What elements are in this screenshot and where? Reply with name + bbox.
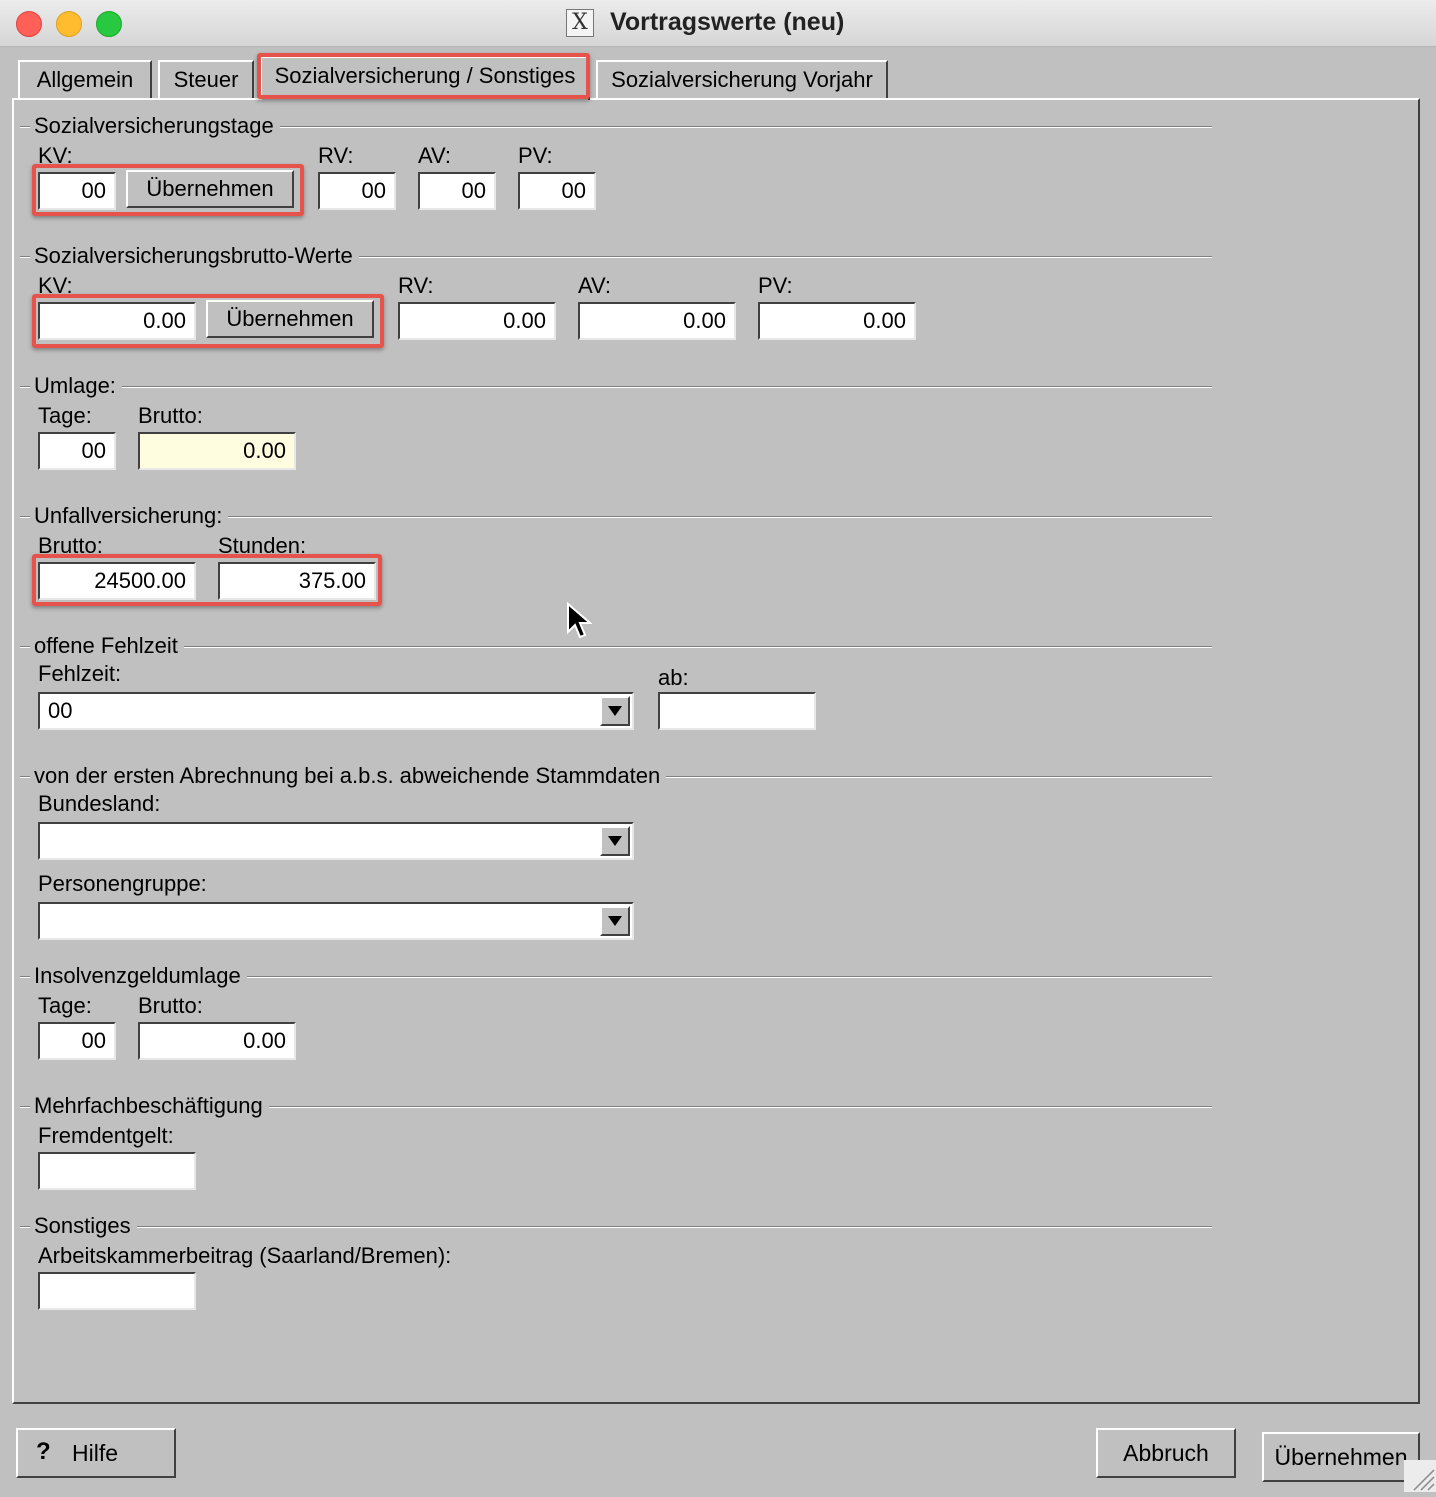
minimize-window-button[interactable] — [56, 11, 82, 37]
tab-allgemein[interactable]: Allgemein — [18, 60, 152, 98]
label-insolvenz-brutto: Brutto: — [138, 993, 203, 1018]
label-arbeitskammerbeitrag: Arbeitskammerbeitrag (Saarland/Bremen): — [38, 1243, 452, 1268]
label-sv-tage-rv: RV: — [318, 143, 354, 168]
sv-tage-kv-input[interactable]: 00 — [38, 172, 116, 210]
sv-tage-kv-uebernehmen-button[interactable]: Übernehmen — [126, 170, 294, 208]
cancel-button[interactable]: Abbruch — [1096, 1428, 1236, 1478]
group-title: Unfallversicherung: — [30, 504, 229, 528]
fehlzeit-ab-input[interactable] — [658, 692, 816, 730]
mouse-cursor-icon — [566, 601, 593, 645]
sv-tage-pv-input[interactable]: 00 — [518, 172, 596, 210]
resize-grip-icon[interactable] — [1404, 1460, 1436, 1492]
label-sv-brutto-av: AV: — [578, 273, 612, 298]
label-personengruppe: Personengruppe: — [38, 871, 207, 896]
group-unfallversicherung: Unfallversicherung: — [20, 504, 1212, 528]
sv-brutto-av-input[interactable]: 0.00 — [578, 302, 736, 340]
fehlzeit-select[interactable]: 00 — [38, 692, 634, 730]
chevron-down-icon[interactable] — [600, 906, 630, 936]
sv-tage-av-input[interactable]: 00 — [418, 172, 496, 210]
group-title: Insolvenzgeldumlage — [30, 964, 247, 988]
label-umlage-tage: Tage: — [38, 403, 92, 428]
help-button[interactable]: ? Hilfe — [16, 1428, 176, 1478]
title-bar: X Vortragswerte (neu) — [0, 0, 1436, 47]
group-title: von der ersten Abrechnung bei a.b.s. abw… — [30, 764, 667, 788]
umlage-brutto-input[interactable]: 0.00 — [138, 432, 296, 470]
label-unfall-brutto: Brutto: — [38, 533, 103, 558]
ok-button[interactable]: Übernehmen — [1262, 1432, 1420, 1482]
label-sv-brutto-pv: PV: — [758, 273, 793, 298]
fehlzeit-select-value: 00 — [48, 698, 73, 723]
group-sonstiges: Sonstiges — [20, 1214, 1212, 1238]
sv-brutto-pv-input[interactable]: 0.00 — [758, 302, 916, 340]
label-sv-tage-av: AV: — [418, 143, 452, 168]
question-icon: ? — [36, 1438, 51, 1465]
label-umlage-brutto: Brutto: — [138, 403, 203, 428]
tab-sozialversicherung-sonstiges[interactable]: Sozialversicherung / Sonstiges — [260, 56, 590, 100]
insolvenz-brutto-input[interactable]: 0.00 — [138, 1022, 296, 1060]
insolvenz-tage-input[interactable]: 00 — [38, 1022, 116, 1060]
group-title: Sozialversicherungsbrutto-Werte — [30, 244, 359, 268]
chevron-down-icon[interactable] — [600, 696, 630, 726]
window-title: Vortragswerte (neu) — [610, 8, 845, 36]
label-unfall-stunden: Stunden: — [218, 533, 307, 558]
label-sv-brutto-rv: RV: — [398, 273, 434, 298]
group-title: Sozialversicherungstage — [30, 114, 280, 138]
fremdentgelt-input[interactable] — [38, 1152, 196, 1190]
personengruppe-select[interactable] — [38, 902, 634, 940]
group-title: Umlage: — [30, 374, 122, 398]
sv-brutto-rv-input[interactable]: 0.00 — [398, 302, 556, 340]
x11-app-icon: X — [566, 9, 594, 37]
group-title: Mehrfachbeschäftigung — [30, 1094, 269, 1118]
group-insolvenzgeldumlage: Insolvenzgeldumlage — [20, 964, 1212, 988]
group-title: Sonstiges — [30, 1214, 137, 1238]
group-sv-tage: Sozialversicherungstage — [20, 114, 1212, 138]
label-insolvenz-tage: Tage: — [38, 993, 92, 1018]
tab-sozialversicherung-vorjahr[interactable]: Sozialversicherung Vorjahr — [596, 60, 888, 98]
label-sv-brutto-kv: KV: — [38, 273, 73, 298]
label-fremdentgelt: Fremdentgelt: — [38, 1123, 174, 1148]
unfall-stunden-input[interactable]: 375.00 — [218, 562, 376, 600]
group-abweichende-stammdaten: von der ersten Abrechnung bei a.b.s. abw… — [20, 764, 1212, 788]
sv-brutto-kv-input[interactable]: 0.00 — [38, 302, 196, 340]
label-fehlzeit-ab: ab: — [658, 665, 689, 690]
sv-tage-rv-input[interactable]: 00 — [318, 172, 396, 210]
group-offene-fehlzeit: offene Fehlzeit — [20, 634, 1212, 658]
group-title: offene Fehlzeit — [30, 634, 184, 658]
umlage-tage-input[interactable]: 00 — [38, 432, 116, 470]
sv-brutto-kv-uebernehmen-button[interactable]: Übernehmen — [206, 300, 374, 338]
tab-panel — [12, 98, 1420, 1404]
tab-steuer[interactable]: Steuer — [158, 60, 254, 98]
unfall-brutto-input[interactable]: 24500.00 — [38, 562, 196, 600]
bundesland-select[interactable] — [38, 822, 634, 860]
label-sv-tage-pv: PV: — [518, 143, 553, 168]
label-bundesland: Bundesland: — [38, 791, 161, 816]
arbeitskammerbeitrag-input[interactable] — [38, 1272, 196, 1310]
label-sv-tage-kv: KV: — [38, 143, 73, 168]
group-mehrfachbeschaeftigung: Mehrfachbeschäftigung — [20, 1094, 1212, 1118]
maximize-window-button[interactable] — [96, 11, 122, 37]
help-button-label: Hilfe — [72, 1440, 119, 1466]
label-fehlzeit: Fehlzeit: — [38, 661, 122, 686]
chevron-down-icon[interactable] — [600, 826, 630, 856]
close-window-button[interactable] — [16, 11, 42, 37]
group-sv-brutto: Sozialversicherungsbrutto-Werte — [20, 244, 1212, 268]
group-umlage: Umlage: — [20, 374, 1212, 398]
